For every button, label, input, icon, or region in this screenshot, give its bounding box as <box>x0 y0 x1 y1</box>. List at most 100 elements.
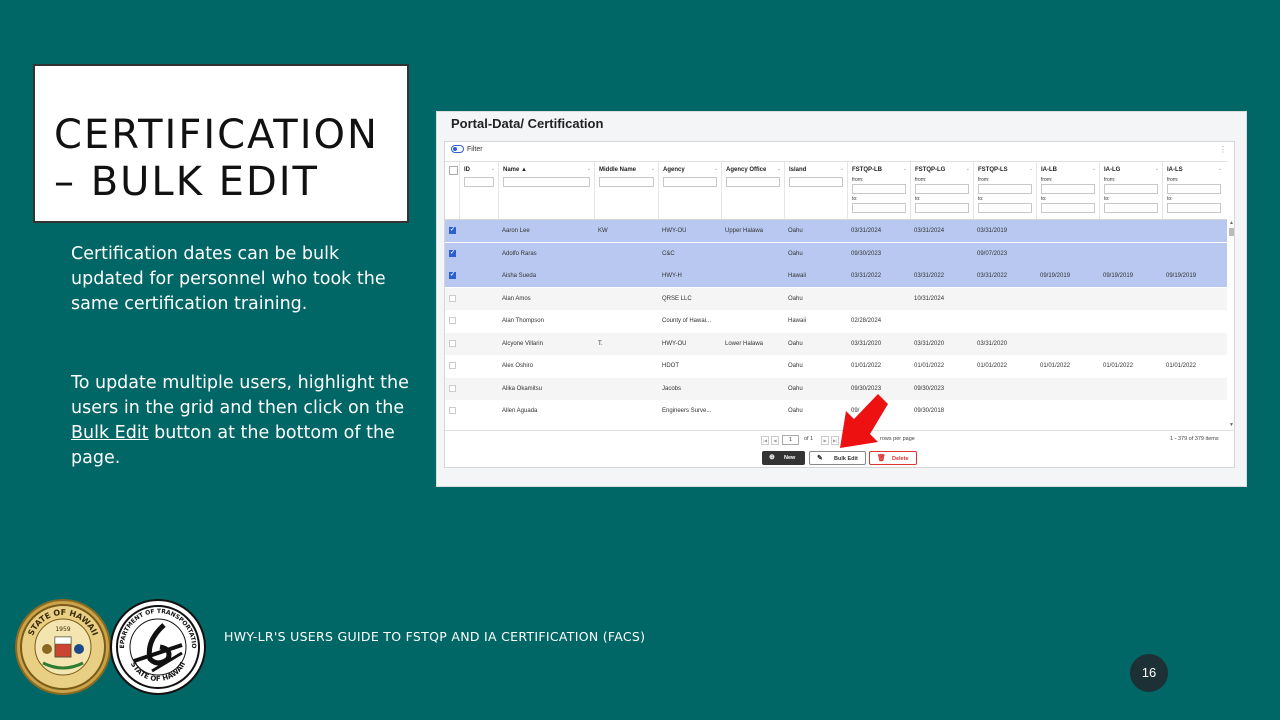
red-arrow-icon <box>840 394 888 448</box>
chevron-down-icon[interactable]: ⌄ <box>1218 166 1222 172</box>
column-header-11[interactable]: IA-LS ⌄ from: to: <box>1162 162 1225 219</box>
chevron-down-icon[interactable]: ⌄ <box>1155 166 1159 172</box>
from-label: from: <box>1167 177 1179 183</box>
chevron-down-icon[interactable]: ⌄ <box>651 166 655 172</box>
column-header-9[interactable]: IA-LB ⌄ from: to: <box>1036 162 1099 219</box>
table-cell: 03/31/2024 <box>914 228 945 234</box>
to-date-input[interactable] <box>915 203 969 213</box>
select-all-checkbox[interactable] <box>449 166 458 175</box>
next-page-icon[interactable]: ▶ <box>821 436 829 445</box>
table-row[interactable]: Alan Thompson County of Hawai... Hawaii 02/… <box>445 310 1227 332</box>
scroll-down-icon[interactable]: ▼ <box>1229 422 1234 428</box>
row-checkbox[interactable] <box>449 362 456 369</box>
column-filter-input[interactable] <box>503 177 590 187</box>
column-header-1[interactable]: Name ▲ ⌄ <box>498 162 594 219</box>
table-cell: Jacobs <box>662 385 682 392</box>
chevron-down-icon[interactable]: ⌄ <box>903 166 907 172</box>
table-cell: 03/31/2022 <box>977 273 1008 279</box>
table-cell: 09/19/2019 <box>1040 273 1071 279</box>
vertical-scrollbar[interactable]: ▲ ▼ <box>1228 220 1235 430</box>
table-cell: 01/01/2022 <box>977 363 1008 369</box>
to-label: to: <box>1104 196 1110 202</box>
table-cell: 09/30/2018 <box>914 408 945 414</box>
table-cell: 01/01/2022 <box>1040 363 1071 369</box>
table-row[interactable]: Aaron Lee KW HWY-OU Upper Halawa Oahu 03/31/2… <box>445 220 1227 242</box>
table-cell: 09/07/2023 <box>977 250 1008 257</box>
table-cell: Aaron Lee <box>502 228 530 234</box>
scroll-thumb[interactable] <box>1229 228 1234 236</box>
chevron-down-icon[interactable]: ⌄ <box>1092 166 1096 172</box>
bulk-edit-button[interactable]: ✎ Bulk Edit <box>809 451 866 465</box>
to-date-input[interactable] <box>1041 203 1095 213</box>
column-header-10[interactable]: IA-LG ⌄ from: to: <box>1099 162 1162 219</box>
row-checkbox[interactable] <box>449 384 456 392</box>
from-date-input[interactable] <box>1104 184 1158 194</box>
new-button[interactable]: ⊕ New <box>762 451 805 465</box>
table-cell: 03/31/2020 <box>851 340 882 347</box>
table-row[interactable]: Alex Oshiro HDOT Oahu 01/01/2022 01/01/2022 0… <box>445 355 1227 377</box>
table-row[interactable]: Alcyone Villarin T. HWY-OU Lower Halawa Oahu… <box>445 332 1227 355</box>
state-seal-icon: STATE OF HAWAII 1959 <box>15 599 111 695</box>
column-label: IA-LG <box>1104 167 1121 173</box>
from-date-input[interactable] <box>978 184 1032 194</box>
table-cell: 09/19/2019 <box>1103 273 1134 279</box>
row-checkbox[interactable] <box>449 226 456 234</box>
page-number-input[interactable]: 1 <box>782 435 799 445</box>
chevron-down-icon[interactable]: ⌄ <box>491 166 495 172</box>
table-cell: 03/31/2022 <box>851 273 882 279</box>
from-date-input[interactable] <box>1041 184 1095 194</box>
table-cell: Oahu <box>788 408 803 414</box>
column-header-7[interactable]: FSTQP-LG ⌄ from: to: <box>910 162 973 219</box>
column-header-6[interactable]: FSTQP-LB ⌄ from: to: <box>847 162 910 219</box>
delete-button[interactable]: 🗑 Delete <box>869 451 917 465</box>
column-header-3[interactable]: Agency ⌄ <box>658 162 721 219</box>
chevron-down-icon[interactable]: ⌄ <box>777 166 781 172</box>
column-header-0[interactable]: ID ⌄ <box>459 162 498 219</box>
column-header-4[interactable]: Agency Office ⌄ <box>721 162 784 219</box>
chevron-down-icon[interactable]: ⌄ <box>714 166 718 172</box>
row-checkbox[interactable] <box>449 271 456 279</box>
chevron-down-icon[interactable]: ⌄ <box>587 166 591 172</box>
from-label: from: <box>978 177 990 183</box>
grid-header: ID ⌄ Name ▲ ⌄ Middle Name ⌄ Agency ⌄ Agency Offi… <box>445 161 1227 220</box>
table-cell: 01/01/2022 <box>914 363 945 369</box>
column-filter-input[interactable] <box>464 177 494 187</box>
column-header-5[interactable]: Island ⌄ <box>784 162 847 219</box>
table-cell: Hawaii <box>788 273 807 279</box>
scroll-up-icon[interactable]: ▲ <box>1229 220 1234 226</box>
prev-page-icon[interactable]: ◀ <box>771 436 779 445</box>
filter-label: Filter <box>467 146 483 153</box>
from-date-input[interactable] <box>1167 184 1221 194</box>
row-checkbox[interactable] <box>449 317 456 324</box>
first-page-icon[interactable]: |◀ <box>761 436 769 445</box>
table-cell: Oahu <box>788 385 803 392</box>
column-filter-input[interactable] <box>663 177 717 187</box>
filter-toggle-icon[interactable] <box>451 145 464 153</box>
table-cell: Upper Halawa <box>725 228 764 234</box>
row-checkbox[interactable] <box>449 339 456 347</box>
column-header-8[interactable]: FSTQP-LS ⌄ from: to: <box>973 162 1036 219</box>
more-options-icon[interactable]: ⋮ <box>1219 145 1227 154</box>
column-filter-input[interactable] <box>726 177 780 187</box>
to-date-input[interactable] <box>852 203 906 213</box>
row-checkbox[interactable] <box>449 407 456 414</box>
plus-circle-icon: ⊕ <box>769 454 775 461</box>
chevron-down-icon[interactable]: ⌄ <box>966 166 970 172</box>
table-row[interactable]: Adolfo Raras C&C Oahu 09/30/2023 09/07/2023 <box>445 242 1227 265</box>
column-filter-input[interactable] <box>599 177 654 187</box>
app-page-title: Portal-Data/ Certification <box>451 116 604 131</box>
chevron-down-icon[interactable]: ⌄ <box>840 166 844 172</box>
table-row[interactable]: Aisha Sueda HWY-H Hawaii 03/31/2022 03/31/20… <box>445 265 1227 287</box>
to-date-input[interactable] <box>978 203 1032 213</box>
column-label: Agency Office <box>726 167 767 173</box>
column-header-2[interactable]: Middle Name ⌄ <box>594 162 658 219</box>
from-date-input[interactable] <box>915 184 969 194</box>
column-filter-input[interactable] <box>789 177 843 187</box>
table-row[interactable]: Alan Amos QRSE LLC Oahu 10/31/2024 <box>445 287 1227 310</box>
row-checkbox[interactable] <box>449 249 456 257</box>
from-date-input[interactable] <box>852 184 906 194</box>
to-date-input[interactable] <box>1167 203 1221 213</box>
row-checkbox[interactable] <box>449 294 456 302</box>
chevron-down-icon[interactable]: ⌄ <box>1029 166 1033 172</box>
to-date-input[interactable] <box>1104 203 1158 213</box>
